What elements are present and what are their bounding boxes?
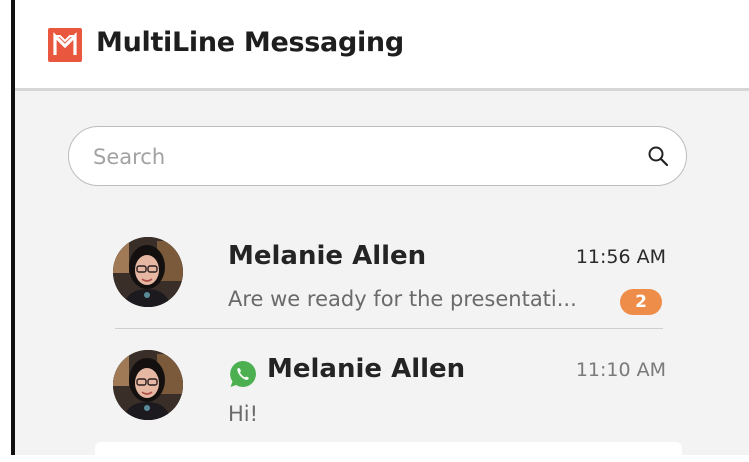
- app-header: MultiLine Messaging: [15, 0, 749, 91]
- message-preview: Hi!: [228, 402, 259, 426]
- conversation-item[interactable]: Melanie Allen 11:56 AM Are we ready for …: [110, 231, 670, 329]
- search-bar[interactable]: [68, 126, 687, 186]
- contact-name: Melanie Allen: [228, 241, 427, 271]
- avatar: [113, 237, 183, 307]
- message-preview: Are we ready for the presentati...: [228, 287, 577, 311]
- conversation-item[interactable]: Melanie Allen 11:10 AM Hi!: [110, 332, 670, 427]
- list-divider: [115, 328, 663, 329]
- unread-badge: 2: [620, 289, 662, 315]
- multiline-logo-icon: [48, 28, 82, 62]
- next-list-item-edge: [95, 442, 682, 462]
- search-input[interactable]: [91, 136, 635, 178]
- app-title: MultiLine Messaging: [96, 27, 404, 58]
- conversation-panel: Melanie Allen 11:56 AM Are we ready for …: [15, 91, 749, 462]
- whatsapp-icon: [230, 361, 256, 387]
- contact-name: Melanie Allen: [267, 354, 466, 384]
- message-time: 11:56 AM: [575, 246, 666, 268]
- search-icon[interactable]: [646, 144, 670, 168]
- avatar: [113, 350, 183, 420]
- message-time: 11:10 AM: [575, 359, 666, 381]
